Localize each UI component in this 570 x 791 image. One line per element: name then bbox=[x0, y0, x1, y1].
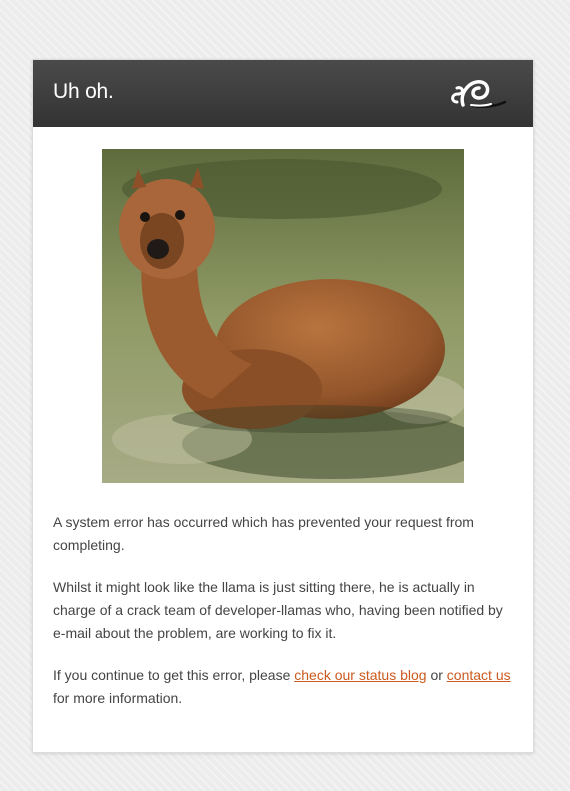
status-blog-link[interactable]: check our status blog bbox=[294, 667, 426, 683]
page-title: Uh oh. bbox=[53, 80, 114, 103]
error-paragraph-3: If you continue to get this error, pleas… bbox=[53, 664, 515, 710]
paragraph-3-tail: for more information. bbox=[53, 690, 183, 706]
error-card: Uh oh. A system error has occurred which… bbox=[32, 59, 534, 753]
squarespace-logo-icon bbox=[451, 80, 507, 109]
paragraph-3-lead: If you continue to get this error, pleas… bbox=[53, 667, 295, 683]
error-paragraph-2: Whilst it might look like the llama is j… bbox=[53, 579, 503, 641]
llama-photo bbox=[102, 149, 464, 483]
contact-us-link[interactable]: contact us bbox=[447, 667, 511, 683]
error-message: A system error has occurred which has pr… bbox=[53, 511, 515, 729]
llama-illustration bbox=[102, 149, 464, 483]
error-paragraph-1: A system error has occurred which has pr… bbox=[53, 514, 474, 553]
paragraph-3-or: or bbox=[426, 667, 447, 683]
card-header: Uh oh. bbox=[33, 60, 533, 127]
